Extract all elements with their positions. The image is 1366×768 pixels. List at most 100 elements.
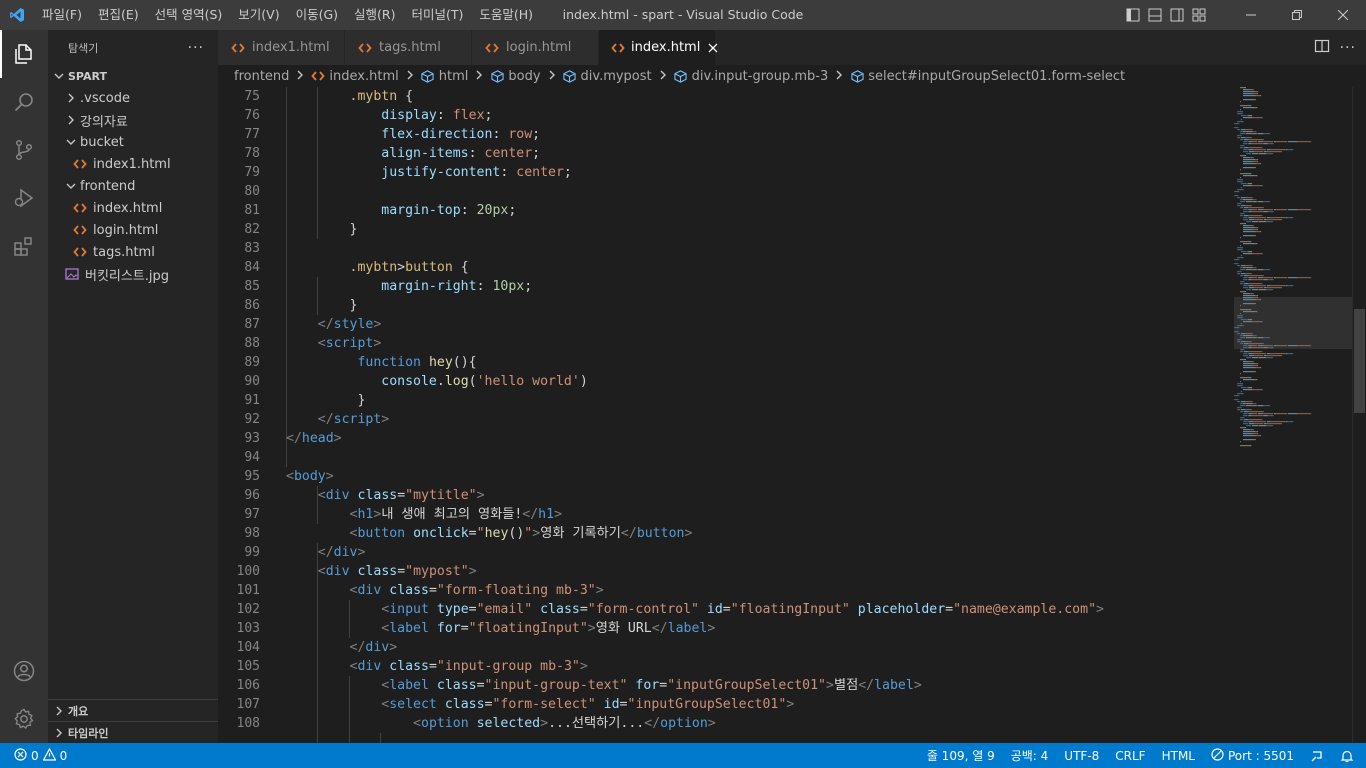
toggle-panel-icon[interactable]: [1144, 0, 1166, 30]
editor-tab[interactable]: login.html: [472, 30, 599, 65]
timeline-section[interactable]: 타임라인: [48, 721, 218, 743]
language-mode[interactable]: HTML: [1154, 749, 1203, 763]
extensions-icon[interactable]: [0, 222, 48, 270]
chevron-right-icon: [64, 115, 78, 125]
source-control-icon[interactable]: [0, 126, 48, 174]
breadcrumb-item[interactable]: select#inputGroupSelect01.form-select: [850, 69, 1125, 84]
cursor-position[interactable]: 줄 109, 열 9: [919, 747, 1003, 764]
editor-tab[interactable]: tags.html: [345, 30, 472, 65]
toggle-sidebar-icon[interactable]: [1122, 0, 1144, 30]
line-number: 79: [244, 165, 260, 180]
symbol-element-icon: [674, 69, 688, 83]
symbol-element-icon: [490, 69, 504, 83]
tree-file[interactable]: 버킷리스트.jpg: [48, 263, 218, 285]
close-window-icon[interactable]: [1320, 0, 1366, 30]
menu-item[interactable]: 편집(E): [90, 0, 147, 30]
settings-gear-icon[interactable]: [0, 695, 48, 743]
tree-file[interactable]: login.html: [48, 219, 218, 241]
tree-folder[interactable]: bucket: [48, 131, 218, 153]
live-server-port[interactable]: Port : 5501: [1203, 747, 1302, 764]
breadcrumb-separator-icon: [834, 70, 844, 83]
tree-item-label: .vscode: [80, 90, 130, 106]
code-token: <: [317, 488, 326, 503]
code-token: >: [707, 716, 716, 731]
line-number: 99: [244, 545, 260, 560]
problems-indicator[interactable]: 0 0: [0, 747, 75, 764]
code-token: >: [389, 640, 398, 655]
code-token: </: [317, 412, 334, 427]
breadcrumb-item[interactable]: index.html: [311, 69, 399, 84]
tree-file[interactable]: index.html: [48, 197, 218, 219]
notifications-bell-icon[interactable]: [1332, 749, 1366, 763]
breadcrumb-item[interactable]: div.input-group.mb-3: [674, 69, 828, 84]
vertical-scrollbar[interactable]: [1352, 87, 1366, 743]
search-icon[interactable]: [0, 78, 48, 126]
code-area[interactable]: .mybtn { display: flex; flex-direction: …: [286, 87, 1230, 743]
menu-item[interactable]: 도움말(H): [471, 0, 541, 30]
scrollbar-thumb[interactable]: [1354, 309, 1365, 413]
code-token: option: [660, 716, 708, 731]
tree-file[interactable]: tags.html: [48, 241, 218, 263]
tree-folder[interactable]: 강의자료: [48, 109, 218, 131]
run-debug-icon[interactable]: [0, 174, 48, 222]
code-token: div: [325, 488, 350, 503]
menu-item[interactable]: 보기(V): [230, 0, 287, 30]
code-token: ": [476, 526, 485, 541]
code-token: selected: [476, 716, 541, 731]
code-token: class: [540, 602, 580, 617]
editor-tab[interactable]: index.html: [599, 30, 718, 65]
indentation[interactable]: 공백: 4: [1003, 747, 1057, 764]
code-token: >: [1096, 602, 1104, 617]
tree-folder[interactable]: .vscode: [48, 87, 218, 109]
breadcrumb: frontend index.html html body div.mypost div.…: [218, 65, 1366, 87]
menu-item[interactable]: 선택 영역(S): [147, 0, 231, 30]
restore-icon[interactable]: [1274, 0, 1320, 30]
explorer-icon[interactable]: [0, 30, 48, 78]
code-token: log: [444, 374, 469, 389]
code-token: 'hello world': [476, 374, 580, 389]
feedback-icon[interactable]: [1302, 749, 1332, 763]
workspace-folder-header[interactable]: SPART: [48, 65, 218, 87]
code-token: 내 생애 최고의 영화들!: [381, 507, 523, 522]
breadcrumb-item[interactable]: frontend: [234, 69, 289, 84]
menu-item[interactable]: 파일(F): [34, 0, 90, 30]
minimap-slider[interactable]: [1234, 297, 1352, 349]
tree-item-label: 강의자료: [80, 114, 128, 130]
code-token: ;: [532, 146, 541, 161]
close-tab-icon[interactable]: [708, 40, 718, 56]
accounts-icon[interactable]: [0, 647, 48, 695]
tree-item-label: tags.html: [93, 244, 155, 260]
breadcrumb-item[interactable]: body: [490, 69, 541, 84]
explorer-header: 탐색기 ···: [48, 30, 218, 65]
more-actions-icon[interactable]: ···: [1340, 40, 1356, 56]
chevron-right-icon: [52, 706, 66, 716]
toggle-secondary-sidebar-icon[interactable]: [1166, 0, 1188, 30]
code-token: placeholder: [857, 602, 946, 617]
encoding[interactable]: UTF-8: [1056, 749, 1107, 763]
split-editor-icon[interactable]: [1314, 38, 1330, 58]
code-token: h1: [357, 507, 374, 522]
code-token: }: [349, 222, 358, 237]
tree-folder[interactable]: frontend: [48, 175, 218, 197]
editor-tab[interactable]: index1.html: [218, 30, 345, 65]
code-token: :: [476, 279, 493, 294]
customize-layout-icon[interactable]: [1188, 0, 1210, 30]
more-actions-icon[interactable]: ···: [188, 40, 204, 56]
menu-item[interactable]: 터미널(T): [404, 0, 472, 30]
minimap[interactable]: [1234, 87, 1352, 743]
line-number: 96: [244, 488, 260, 503]
menu-item[interactable]: 이동(G): [288, 0, 346, 30]
end-of-line[interactable]: CRLF: [1107, 749, 1153, 763]
breadcrumb-item[interactable]: html: [421, 69, 468, 84]
line-number: 89: [244, 355, 260, 370]
minimize-icon[interactable]: [1228, 0, 1274, 30]
tree-file[interactable]: index1.html: [48, 153, 218, 175]
menu-item[interactable]: 실행(R): [346, 0, 403, 30]
breadcrumb-item[interactable]: div.mypost: [563, 69, 652, 84]
code-editor[interactable]: 75 76 77 78 79 80 81 82 83 84 85 86 87 88 89 90 91 92 93 94…: [218, 87, 1366, 743]
outline-section[interactable]: 개요: [48, 699, 218, 721]
